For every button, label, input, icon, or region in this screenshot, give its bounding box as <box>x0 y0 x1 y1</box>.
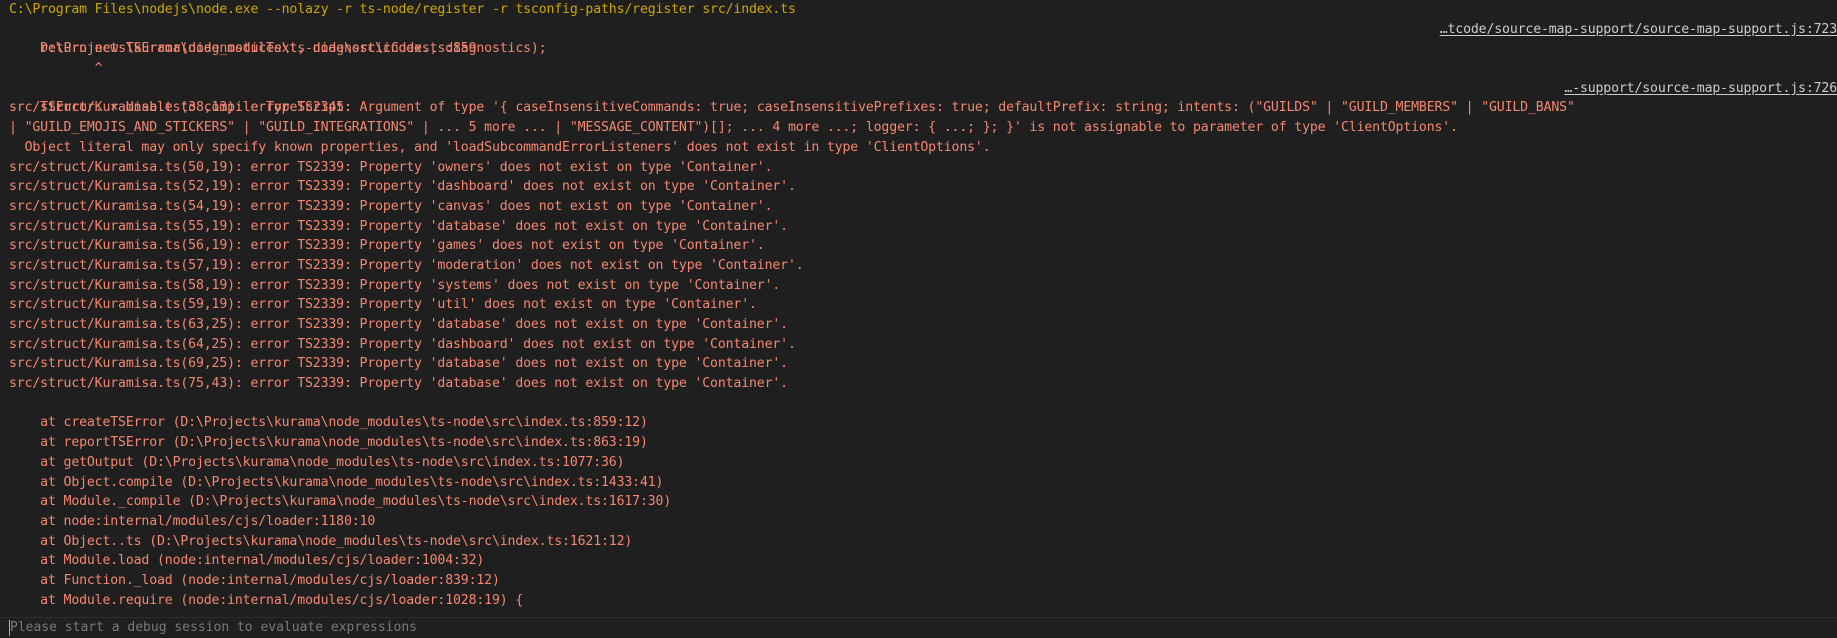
ts2345-line-1: src/struct/Kuramisa.ts(38,13): error TS2… <box>9 100 1575 116</box>
code-snippet-line: return new TSError(diagnosticText, diagn… <box>9 41 547 57</box>
error-source-map-link[interactable]: …-support/source-map-support.js:726 <box>1564 79 1837 99</box>
ts2339-error-line: src/struct/Kuramisa.ts(59,19): error TS2… <box>9 297 757 313</box>
ts2339-error-line: src/struct/Kuramisa.ts(69,25): error TS2… <box>9 356 788 372</box>
source-map-link[interactable]: …tcode/source-map-support/source-map-sup… <box>1440 20 1837 40</box>
debug-console-input[interactable]: Please start a debug session to evaluate… <box>0 617 1837 637</box>
ts2339-error-line: src/struct/Kuramisa.ts(75,43): error TS2… <box>9 376 788 392</box>
ts2345-line-2: | "GUILD_EMOJIS_AND_STICKERS" | "GUILD_I… <box>9 120 1458 136</box>
input-placeholder: Please start a debug session to evaluate… <box>10 620 417 635</box>
ts2339-error-line: src/struct/Kuramisa.ts(50,19): error TS2… <box>9 159 773 175</box>
stack-frame: at Object..ts (D:\Projects\kurama\node_m… <box>9 533 633 549</box>
stack-frame: at node:internal/modules/cjs/loader:1180… <box>9 513 376 529</box>
stack-frame: at getOutput (D:\Projects\kurama\node_mo… <box>9 454 625 470</box>
debug-console-output: C:\Program Files\nodejs\node.exe --nolaz… <box>0 0 1837 617</box>
stack-frame: at Module.require (node:internal/modules… <box>9 592 524 608</box>
text-caret <box>9 620 10 636</box>
ts2339-error-line: src/struct/Kuramisa.ts(54,19): error TS2… <box>9 198 773 214</box>
stack-frame: at Module._compile (D:\Projects\kurama\n… <box>9 494 672 510</box>
command-line: C:\Program Files\nodejs\node.exe --nolaz… <box>9 2 796 17</box>
stack-frame: at reportTSError (D:\Projects\kurama\nod… <box>9 435 648 451</box>
ts2339-error-line: src/struct/Kuramisa.ts(56,19): error TS2… <box>9 238 765 254</box>
stack-frame: at Object.compile (D:\Projects\kurama\no… <box>9 474 664 490</box>
stack-frame: at Function._load (node:internal/modules… <box>9 572 500 588</box>
ts2339-error-line: src/struct/Kuramisa.ts(63,25): error TS2… <box>9 317 788 332</box>
error-location-line: D:\Projects\kurama\node_modules\ts-node\… <box>0 20 1837 57</box>
ts2345-line-3: Object literal may only specify known pr… <box>9 139 991 155</box>
stack-frame: at Module.load (node:internal/modules/cj… <box>9 553 485 569</box>
caret-line: ^ <box>9 61 103 77</box>
ts2339-error-line: src/struct/Kuramisa.ts(57,19): error TS2… <box>9 257 804 273</box>
stack-frame: at createTSError (D:\Projects\kurama\nod… <box>9 415 648 431</box>
ts2339-error-line: src/struct/Kuramisa.ts(64,25): error TS2… <box>9 336 796 352</box>
ts2339-error-line: src/struct/Kuramisa.ts(58,19): error TS2… <box>9 277 781 293</box>
ts2339-error-line: src/struct/Kuramisa.ts(55,19): error TS2… <box>9 218 788 234</box>
ts2339-error-line: src/struct/Kuramisa.ts(52,19): error TS2… <box>9 179 796 195</box>
error-title-line: TSError: × Unable to compile TypeScript:… <box>0 79 1837 116</box>
